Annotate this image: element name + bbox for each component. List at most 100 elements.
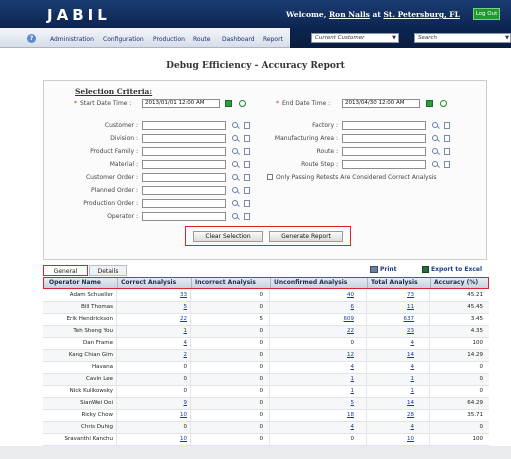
start-date-input[interactable]: 2013/01/01 12:00 AM xyxy=(142,99,220,108)
manufacturing-area-field[interactable] xyxy=(342,134,426,143)
calendar-icon[interactable] xyxy=(426,100,433,107)
total-analysis-cell[interactable]: 11 xyxy=(407,302,414,313)
total-analysis-cell[interactable]: 4 xyxy=(411,362,415,373)
production-order-field[interactable] xyxy=(142,199,226,208)
total-analysis-cell[interactable]: 14 xyxy=(407,350,414,361)
total-analysis-cell[interactable]: 1 xyxy=(411,374,415,385)
product-family-field[interactable] xyxy=(142,147,226,156)
generate-report-button[interactable]: Generate Report xyxy=(269,231,343,242)
end-date-input[interactable]: 2013/04/30 12:00 AM xyxy=(342,99,420,108)
search-icon[interactable] xyxy=(232,148,238,154)
clear-icon[interactable] xyxy=(244,148,250,155)
planned-order-field[interactable] xyxy=(142,186,226,195)
correct-analysis-cell[interactable]: 22 xyxy=(180,314,187,325)
tab-details[interactable]: Details xyxy=(89,265,127,276)
clear-icon[interactable] xyxy=(444,135,450,142)
unconfirmed-analysis-cell[interactable]: 1 xyxy=(351,386,355,397)
site-link[interactable]: St. Petersburg, FL xyxy=(383,10,459,19)
search-icon[interactable] xyxy=(232,122,238,128)
search-icon[interactable] xyxy=(432,135,438,141)
unconfirmed-analysis-cell[interactable]: 1 xyxy=(351,374,355,385)
clear-icon[interactable] xyxy=(244,135,250,142)
excel-icon[interactable] xyxy=(422,266,429,273)
user-name-link[interactable]: Ron Nalls xyxy=(329,10,370,19)
header-unconfirmed-analysis[interactable]: Unconfirmed Analysis xyxy=(274,278,347,288)
nav-dashboard[interactable]: Dashboard xyxy=(222,36,255,43)
unconfirmed-analysis-cell[interactable]: 4 xyxy=(351,362,355,373)
customer-field[interactable] xyxy=(142,121,226,130)
unconfirmed-analysis-cell[interactable]: 12 xyxy=(347,350,354,361)
unconfirmed-analysis-cell[interactable]: 18 xyxy=(347,410,354,421)
total-analysis-cell[interactable]: 4 xyxy=(411,338,415,349)
correct-analysis-cell[interactable]: 5 xyxy=(184,302,188,313)
nav-administration[interactable]: Administration xyxy=(50,36,94,43)
search-icon[interactable] xyxy=(432,122,438,128)
print-link[interactable]: Print xyxy=(380,266,397,273)
printer-icon[interactable] xyxy=(370,266,378,273)
search-icon[interactable] xyxy=(232,161,238,167)
division-field[interactable] xyxy=(142,134,226,143)
total-analysis-cell[interactable]: 4 xyxy=(411,422,415,433)
header-correct-analysis[interactable]: Correct Analysis xyxy=(121,278,176,288)
header-incorrect-analysis[interactable]: Incorrect Analysis xyxy=(195,278,256,288)
search-icon[interactable] xyxy=(232,135,238,141)
customer-order-field[interactable] xyxy=(142,173,226,182)
correct-analysis-cell[interactable]: 1 xyxy=(184,326,188,337)
unconfirmed-analysis-cell[interactable]: 6 xyxy=(351,302,355,313)
clear-icon[interactable] xyxy=(244,161,250,168)
correct-analysis-cell[interactable]: 9 xyxy=(184,398,188,409)
unconfirmed-analysis-cell[interactable]: 609 xyxy=(344,314,355,325)
search-icon[interactable] xyxy=(232,187,238,193)
total-analysis-cell[interactable]: 73 xyxy=(407,290,414,301)
calendar-icon[interactable] xyxy=(225,100,232,107)
header-total-analysis[interactable]: Total Analysis xyxy=(371,278,418,288)
help-icon[interactable]: ? xyxy=(27,34,36,43)
clear-icon[interactable] xyxy=(244,200,250,207)
search-icon[interactable] xyxy=(232,200,238,206)
search-icon[interactable] xyxy=(432,148,438,154)
correct-analysis-cell[interactable]: 10 xyxy=(180,410,187,421)
factory-field[interactable] xyxy=(342,121,426,130)
route-step-field[interactable] xyxy=(342,160,426,169)
clear-icon[interactable] xyxy=(444,161,450,168)
clear-icon[interactable] xyxy=(444,148,450,155)
total-analysis-cell[interactable]: 10 xyxy=(407,434,414,445)
material-field[interactable] xyxy=(142,160,226,169)
total-analysis-cell[interactable]: 1 xyxy=(411,386,415,397)
clear-icon[interactable] xyxy=(244,213,250,220)
clear-icon[interactable] xyxy=(244,174,250,181)
total-analysis-cell[interactable]: 28 xyxy=(407,410,414,421)
passing-retests-checkbox[interactable] xyxy=(267,174,273,180)
correct-analysis-cell[interactable]: 2 xyxy=(184,350,188,361)
unconfirmed-analysis-cell[interactable]: 5 xyxy=(351,398,355,409)
search-icon[interactable] xyxy=(232,174,238,180)
correct-analysis-cell[interactable]: 33 xyxy=(180,290,187,301)
unconfirmed-analysis-cell[interactable]: 40 xyxy=(347,290,354,301)
clock-icon[interactable] xyxy=(440,100,447,107)
correct-analysis-cell[interactable]: 4 xyxy=(184,338,188,349)
correct-analysis-cell[interactable]: 10 xyxy=(180,434,187,445)
clock-icon[interactable] xyxy=(239,100,246,107)
header-accuracy[interactable]: Accuracy (%) xyxy=(434,278,478,288)
clear-icon[interactable] xyxy=(244,122,250,129)
search-icon[interactable] xyxy=(432,161,438,167)
clear-icon[interactable] xyxy=(444,122,450,129)
route-field[interactable] xyxy=(342,147,426,156)
total-analysis-cell[interactable]: 23 xyxy=(407,326,414,337)
tab-general[interactable]: General xyxy=(43,265,88,276)
clear-selection-button[interactable]: Clear Selection xyxy=(193,231,263,242)
customer-select[interactable]: Current Customer ▼ xyxy=(311,33,399,43)
logout-button[interactable]: Log Out xyxy=(473,8,500,20)
nav-report[interactable]: Report xyxy=(263,36,283,43)
unconfirmed-analysis-cell[interactable]: 4 xyxy=(351,422,355,433)
header-operator-name[interactable]: Operator Name xyxy=(49,278,101,288)
total-analysis-cell[interactable]: 14 xyxy=(407,398,414,409)
nav-production[interactable]: Production xyxy=(153,36,185,43)
nav-configuration[interactable]: Configuration xyxy=(103,36,144,43)
search-icon[interactable] xyxy=(232,213,238,219)
total-analysis-cell[interactable]: 637 xyxy=(404,314,415,325)
nav-route[interactable]: Route xyxy=(193,36,210,43)
clear-icon[interactable] xyxy=(244,187,250,194)
operator-field[interactable] xyxy=(142,212,226,221)
export-excel-link[interactable]: Export to Excel xyxy=(431,266,482,273)
